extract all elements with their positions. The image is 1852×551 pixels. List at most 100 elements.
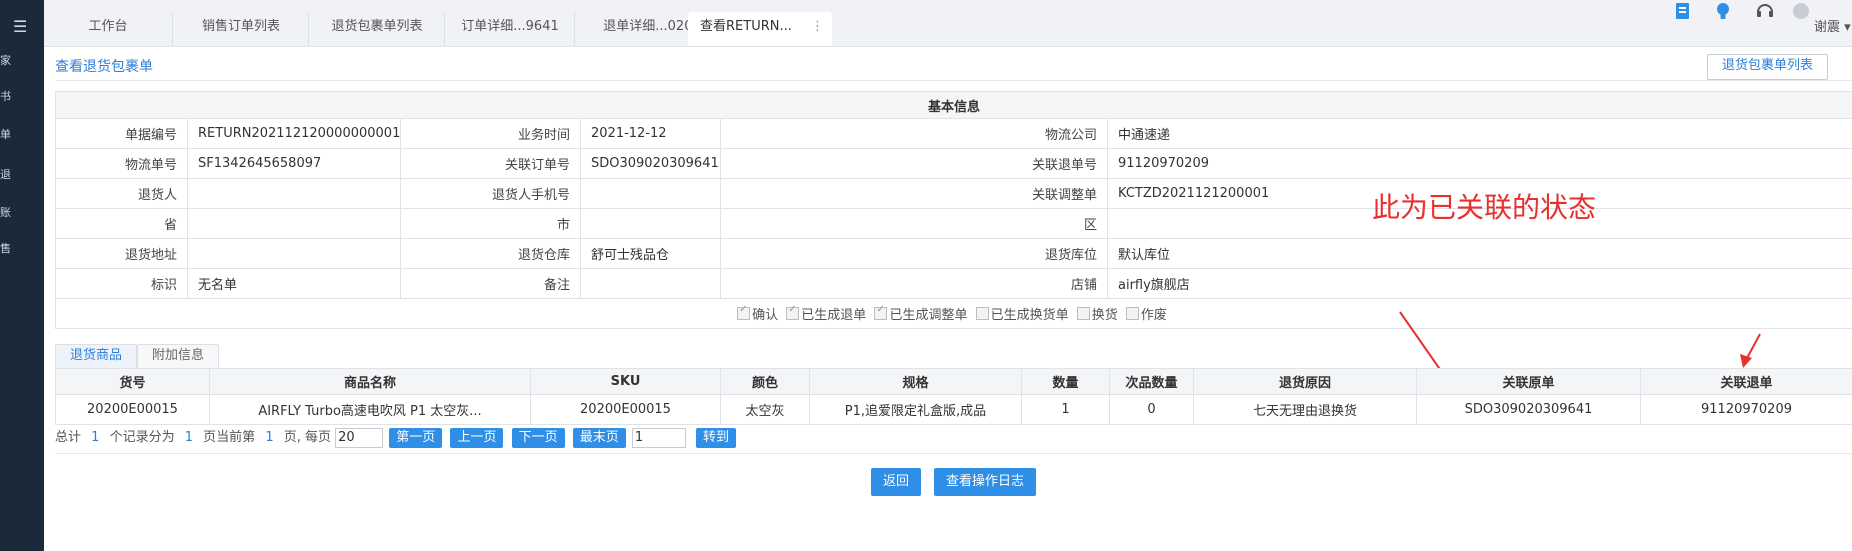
document-icon[interactable] <box>1671 0 1693 22</box>
checkbox-void: 作废 <box>1125 307 1167 323</box>
tab-order-detail[interactable]: 订单详细...9641 <box>446 12 575 46</box>
info-label: 物流单号 <box>55 148 188 179</box>
last-page-button[interactable]: 最末页 <box>572 428 626 448</box>
more-vertical-icon[interactable]: ⋮ <box>811 12 824 42</box>
pager-total: 1 <box>91 430 100 445</box>
col-header: 退货原因 <box>1193 368 1417 395</box>
info-value <box>187 208 401 239</box>
cell-qty: 1 <box>1021 394 1110 425</box>
goods-table: 货号 商品名称 SKU 颜色 规格 数量 次品数量 退货原因 关联原单 关联退单… <box>55 368 1852 425</box>
info-value: 默认库位 <box>1106 238 1852 269</box>
info-value: RETURN202112120000000001 <box>187 118 401 149</box>
per-page-input[interactable]: 20 <box>335 427 384 448</box>
info-label: 退货人手机号 <box>400 178 581 209</box>
checkbox-confirm: 确认 <box>737 304 778 323</box>
pager-current: 1 <box>265 430 274 445</box>
sidebar-item-3[interactable]: 单 <box>0 126 11 142</box>
subtab-extra-info[interactable]: 附加信息 <box>137 344 220 369</box>
pager-total-label: 总计 <box>55 430 82 445</box>
info-value: airfly旗舰店 <box>1106 268 1852 299</box>
info-label: 关联订单号 <box>400 148 581 179</box>
info-label: 业务时间 <box>400 118 581 149</box>
sidebar-item-2[interactable]: 书 <box>0 88 11 104</box>
cell-sku: 20200E00015 <box>530 394 721 425</box>
info-row: 退货地址 退货仓库 舒可士残品仓 退货库位 默认库位 <box>55 238 1852 269</box>
caret-down-icon: ▾ <box>1844 20 1851 35</box>
info-value: 舒可士残品仓 <box>580 238 721 269</box>
info-label: 退货地址 <box>55 238 188 269</box>
info-value: 91120970209 <box>1106 148 1852 179</box>
info-value <box>580 208 721 239</box>
checkbox-adjust-generated: 已生成调整单 <box>874 304 967 323</box>
info-row: 标识 无名单 备注 店铺 airfly旗舰店 <box>55 268 1852 299</box>
info-label: 物流公司 <box>720 118 1108 149</box>
first-page-button[interactable]: 第一页 <box>389 428 443 448</box>
return-package-list-button[interactable]: 退货包裹单列表 <box>1706 54 1828 80</box>
sidebar-item-5[interactable]: 账 <box>0 204 11 220</box>
checkbox-exchange-generated: 已生成换货单 <box>975 307 1069 323</box>
info-value: 无名单 <box>187 268 401 299</box>
divider <box>55 80 1852 81</box>
view-log-button[interactable]: 查看操作日志 <box>934 468 1037 496</box>
headset-icon[interactable] <box>1754 0 1776 22</box>
tab-view-return[interactable]: 查看RETURN... ⋮ <box>688 12 832 46</box>
info-label: 退货人 <box>55 178 188 209</box>
cell-reason: 七天无理由退换货 <box>1193 394 1417 425</box>
tab-workbench[interactable]: 工作台 <box>44 12 173 46</box>
basic-info-header: 基本信息 <box>54 91 1852 119</box>
info-label: 市 <box>400 208 581 239</box>
info-label: 退货仓库 <box>400 238 581 269</box>
pager-current-label: 页当前第 <box>203 430 256 445</box>
pager-records-label: 个记录分为 <box>109 430 175 445</box>
info-label: 关联退单号 <box>720 148 1108 179</box>
info-value: 中通速递 <box>1106 118 1852 149</box>
avatar[interactable] <box>1792 2 1810 20</box>
annotation-text: 此为已关联的状态 <box>1372 191 1597 224</box>
tab-bar: 工作台 销售订单列表 退货包裹单列表 订单详细...9641 退单详细...02… <box>44 0 1852 47</box>
pager-per-label: 页, 每页 <box>283 430 331 445</box>
pagination: 总计 1 个记录分为 1 页当前第 1 页, 每页 20 第一页 上一页 下一页… <box>55 427 1852 454</box>
cell-linked-return: 91120970209 <box>1640 394 1852 425</box>
user-name-text: 谢震 <box>1814 20 1841 35</box>
arrow-head <box>1740 354 1752 368</box>
info-label: 省 <box>55 208 188 239</box>
info-label: 店铺 <box>720 268 1108 299</box>
next-page-button[interactable]: 下一页 <box>511 428 565 448</box>
lightbulb-icon[interactable] <box>1712 0 1734 22</box>
info-label: 关联调整单 <box>720 178 1108 209</box>
info-label: 备注 <box>400 268 581 299</box>
col-header: 次品数量 <box>1109 368 1194 395</box>
prev-page-button[interactable]: 上一页 <box>450 428 504 448</box>
status-checkboxes: 确认 已生成退单 已生成调整单 已生成换货单 换货 作废 <box>54 298 1852 329</box>
goto-page-input[interactable]: 1 <box>631 427 686 448</box>
info-value: SDO309020309641 <box>580 148 721 179</box>
info-row: 单据编号 RETURN202112120000000001 业务时间 2021-… <box>55 118 1852 149</box>
info-label: 退货库位 <box>720 238 1108 269</box>
left-sidebar: ☰ 家 书 单 退 账 售 <box>0 0 44 551</box>
indent-icon[interactable]: ☰ <box>13 17 27 36</box>
checkbox-return-generated: 已生成退单 <box>786 304 866 323</box>
info-value <box>187 178 401 209</box>
user-name[interactable]: 谢震 ▾ <box>1814 16 1851 35</box>
pager-pages: 1 <box>184 430 194 445</box>
goto-button[interactable]: 转到 <box>696 428 737 448</box>
sidebar-item-6[interactable]: 售 <box>0 240 11 256</box>
col-header: 关联退单 <box>1640 368 1852 395</box>
sidebar-item-1[interactable]: 家 <box>0 52 11 68</box>
info-value <box>580 268 721 299</box>
subtab-return-goods[interactable]: 退货商品 <box>55 344 138 369</box>
sidebar-item-4[interactable]: 退 <box>0 166 11 182</box>
col-header: 数量 <box>1021 368 1110 395</box>
tab-view-return-label: 查看RETURN... <box>700 19 792 34</box>
page-title: 查看退货包裹单 <box>55 59 153 75</box>
info-value: 2021-12-12 <box>580 118 721 149</box>
tab-return-packages[interactable]: 退货包裹单列表 <box>310 12 445 46</box>
cell-spec: P1,追爱限定礼盒版,成品 <box>809 394 1022 425</box>
info-label: 区 <box>720 208 1108 239</box>
info-label: 标识 <box>55 268 188 299</box>
cell-linked-order: SDO309020309641 <box>1416 394 1641 425</box>
back-button[interactable]: 返回 <box>871 468 922 496</box>
col-header: 关联原单 <box>1416 368 1641 395</box>
cell-item-no: 20200E00015 <box>55 394 210 425</box>
tab-sales-orders[interactable]: 销售订单列表 <box>174 12 309 46</box>
